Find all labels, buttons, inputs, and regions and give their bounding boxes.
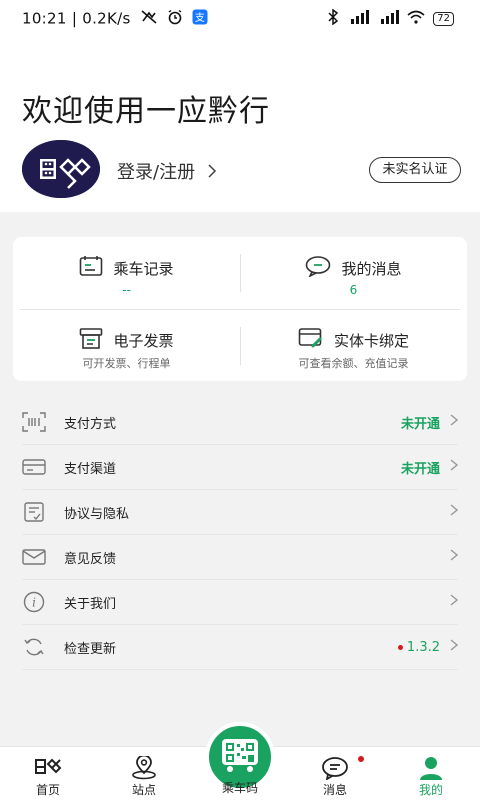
card-bind-subtitle: 可查看余额、充值记录 xyxy=(298,357,409,370)
menu-item-label: 意见反馈 xyxy=(64,551,117,567)
payment-method-icon xyxy=(22,411,46,433)
chevron-right-icon xyxy=(207,162,217,183)
messages-tile[interactable]: 我的消息 6 xyxy=(240,237,467,309)
menu-item-feedback[interactable]: 意见反馈 xyxy=(22,535,459,580)
menu-item-right xyxy=(450,549,459,565)
quick-actions-card: 乘车记录 -- 我的消息 6 电子发票 可开发票、行程单 实体卡绑定 可查看余额… xyxy=(13,237,467,381)
signal-2-icon xyxy=(377,10,400,28)
ride-record-title: 乘车记录 xyxy=(113,259,174,278)
user-icon xyxy=(396,755,466,781)
menu-item-label: 关于我们 xyxy=(64,596,117,612)
refresh-icon xyxy=(22,636,46,658)
status-time: 10:21 xyxy=(22,9,67,28)
alarm-icon xyxy=(167,9,183,29)
login-register-link[interactable]: 登录/注册 xyxy=(117,158,217,184)
menu-item-right xyxy=(450,504,459,520)
chevron-right-icon xyxy=(450,504,459,520)
card-bind-tile[interactable]: 实体卡绑定 可查看余额、充值记录 xyxy=(240,309,467,381)
menu-item-right xyxy=(450,594,459,610)
menu-item-payment-channel[interactable]: 支付渠道 未开通 xyxy=(22,445,459,490)
menu-item-right: 未开通 xyxy=(400,413,459,432)
update-dot xyxy=(397,644,403,650)
alipay-icon: 支 xyxy=(192,9,208,29)
tab-stations[interactable]: 站点 xyxy=(109,755,179,798)
ride-record-tile[interactable]: 乘车记录 -- xyxy=(13,237,240,309)
realname-badge[interactable]: 未实名认证 xyxy=(369,157,461,183)
menu-item-label: 支付方式 xyxy=(64,416,117,432)
payment-channel-icon xyxy=(22,456,46,478)
status-bar: 10:21 | 0.2K/s 支 72 xyxy=(0,0,480,36)
agreement-icon xyxy=(22,501,46,523)
ride-code-label: 乘车码 xyxy=(221,781,258,795)
menu-item-about[interactable]: i 关于我们 xyxy=(22,580,459,625)
menu-item-check-update[interactable]: 检查更新 1.3.2 xyxy=(22,625,459,670)
tab-home-label: 首页 xyxy=(35,783,60,797)
tab-mine-label: 我的 xyxy=(418,783,443,797)
status-text: 未开通 xyxy=(400,416,440,432)
menu-item-label: 支付渠道 xyxy=(64,461,117,477)
menu-item-right: 1.3.2 xyxy=(397,639,459,655)
menu-item-label: 协议与隐私 xyxy=(64,506,130,522)
messages-count: 6 xyxy=(349,283,358,297)
wifi-icon xyxy=(407,10,425,28)
signal-1-icon xyxy=(347,10,370,28)
card-bind-title: 实体卡绑定 xyxy=(333,331,409,350)
tab-messages-label: 消息 xyxy=(322,783,347,797)
feedback-mail-icon xyxy=(22,546,46,568)
tab-mine[interactable]: 我的 xyxy=(396,755,466,798)
app-logo-icon xyxy=(22,140,100,198)
chevron-right-icon xyxy=(450,459,459,475)
status-speed: | 0.2K/s xyxy=(71,9,131,28)
invoice-subtitle: 可开发票、行程单 xyxy=(82,357,171,370)
status-text: 未开通 xyxy=(400,461,440,477)
info-icon: i xyxy=(22,591,46,613)
messages-badge-dot xyxy=(358,756,364,762)
bluetooth-icon xyxy=(327,8,339,29)
card-link-icon xyxy=(298,327,324,353)
version-text: 1.3.2 xyxy=(397,639,440,655)
avatar[interactable] xyxy=(22,140,100,198)
svg-text:i: i xyxy=(32,596,36,610)
menu-item-label: 检查更新 xyxy=(64,641,117,657)
svg-text:支: 支 xyxy=(195,12,205,24)
battery-indicator: 72 xyxy=(433,12,454,26)
menu-item-payment-method[interactable]: 支付方式 未开通 xyxy=(22,400,459,445)
chevron-right-icon xyxy=(450,639,459,655)
bus-qr-icon xyxy=(220,737,260,777)
home-logo-icon xyxy=(13,755,83,781)
chevron-right-icon xyxy=(450,549,459,565)
mute-icon xyxy=(140,9,158,29)
chat-bubble-icon xyxy=(305,255,331,281)
chevron-right-icon xyxy=(450,414,459,430)
welcome-title: 欢迎使用一应黔行 xyxy=(22,94,270,129)
messages-title: 我的消息 xyxy=(341,259,402,278)
calendar-icon xyxy=(79,255,103,281)
invoice-tile[interactable]: 电子发票 可开发票、行程单 xyxy=(13,309,240,381)
version-number: 1.3.2 xyxy=(406,639,440,655)
menu-item-agreement[interactable]: 协议与隐私 xyxy=(22,490,459,535)
status-left: 10:21 | 0.2K/s 支 xyxy=(22,9,208,29)
login-label: 登录/注册 xyxy=(117,162,196,183)
chevron-right-icon xyxy=(450,594,459,610)
menu-item-right: 未开通 xyxy=(400,458,459,477)
invoice-icon xyxy=(79,327,103,353)
tab-home[interactable]: 首页 xyxy=(13,755,83,798)
tab-stations-label: 站点 xyxy=(131,783,156,797)
location-pin-icon xyxy=(109,755,179,781)
status-right: 72 xyxy=(327,8,454,29)
invoice-title: 电子发票 xyxy=(113,331,174,350)
ride-record-value: -- xyxy=(122,283,131,297)
settings-menu: 支付方式 未开通 支付渠道 未开通 协议与隐私 意见反馈 i 关于我们 检查更新… xyxy=(22,400,459,670)
